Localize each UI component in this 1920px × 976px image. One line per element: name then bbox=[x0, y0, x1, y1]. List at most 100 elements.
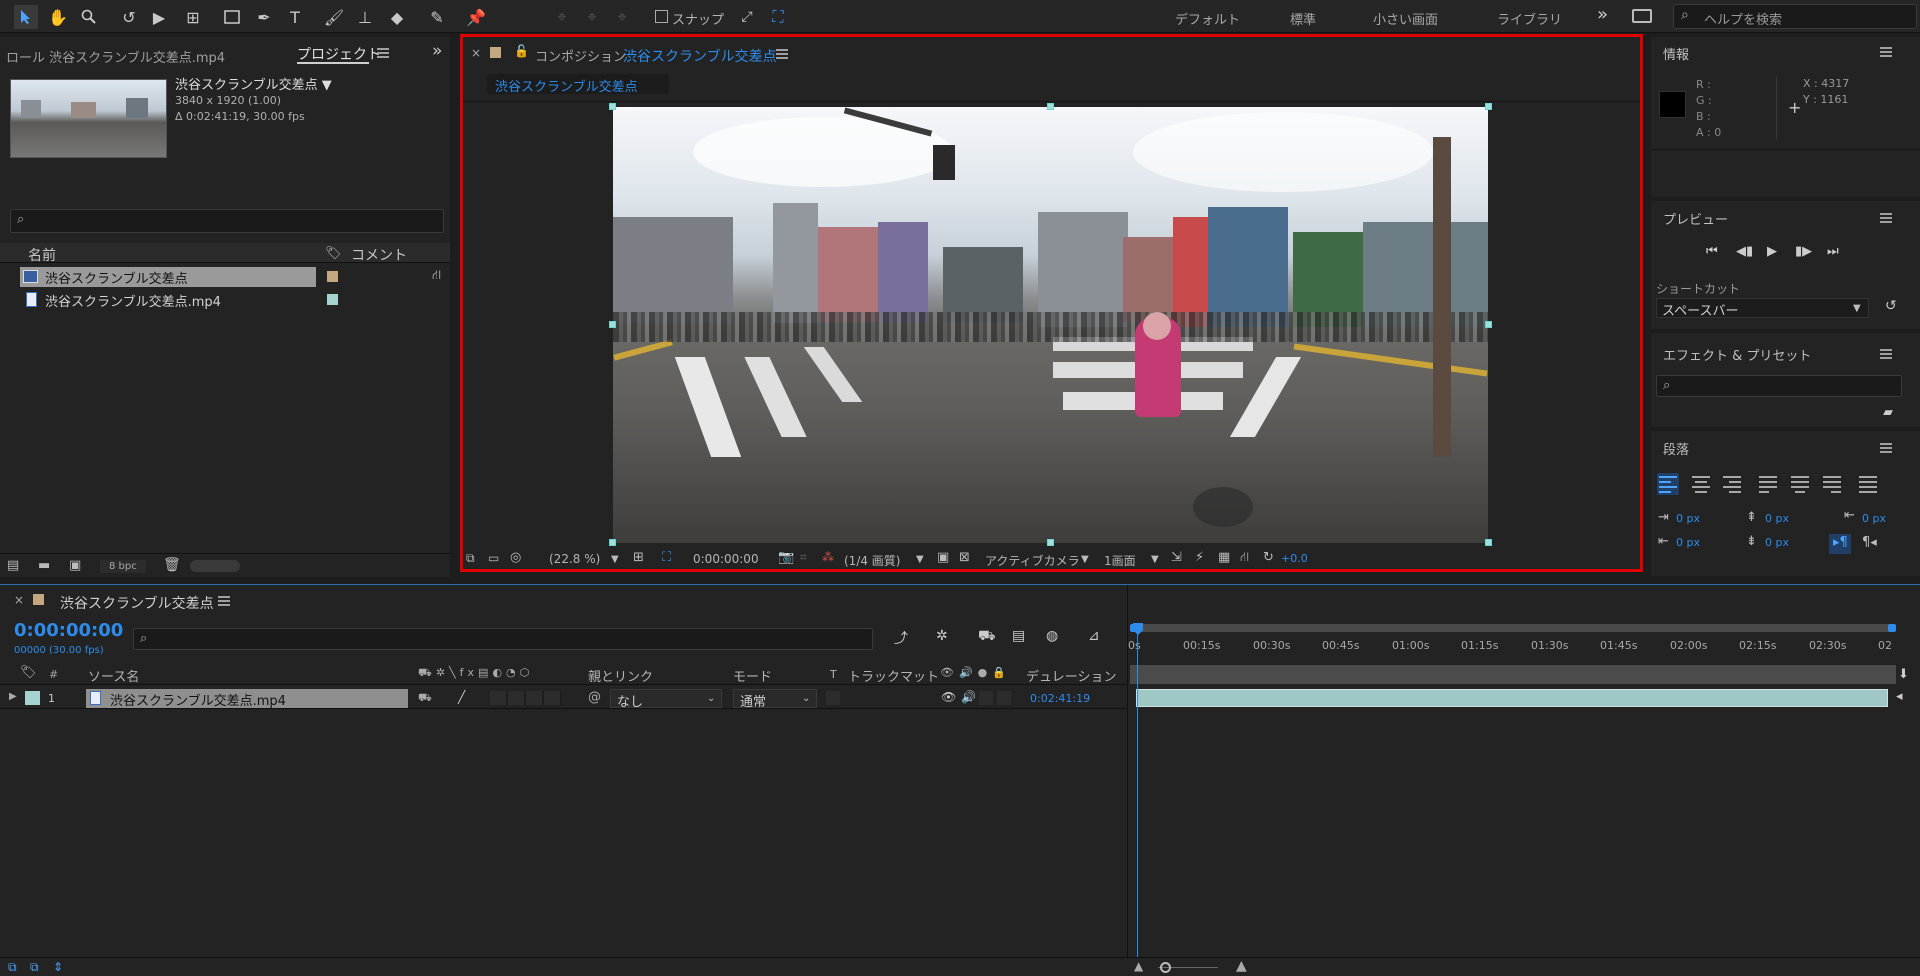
col-t[interactable]: T bbox=[830, 668, 837, 681]
flowchart-icon[interactable]: ⛙ bbox=[432, 268, 441, 285]
new-preset-icon[interactable]: ▰ bbox=[1883, 405, 1893, 420]
snap-checkbox[interactable] bbox=[655, 10, 668, 23]
space-after-value[interactable]: 0 px bbox=[1765, 536, 1789, 549]
lock-icon[interactable]: 🔓 bbox=[514, 44, 529, 58]
fast-previews-icon[interactable]: ▣ bbox=[937, 550, 949, 565]
comp-tab-prefix[interactable]: コンポジション bbox=[535, 46, 626, 65]
expand-triangle-icon[interactable]: ▶ bbox=[9, 691, 17, 702]
camera-dropdown[interactable]: アクティブカメラ bbox=[985, 552, 1080, 569]
view-layout-dropdown[interactable]: 1画面 bbox=[1104, 552, 1136, 569]
local-axis-icon[interactable]: ⌖ bbox=[550, 5, 574, 29]
workspace-small-screen[interactable]: 小さい画面 bbox=[1373, 9, 1438, 28]
space-before-value[interactable]: 0 px bbox=[1765, 512, 1789, 525]
comp-marker-bin-icon[interactable]: ⬇ bbox=[1898, 667, 1909, 682]
playhead-handle[interactable] bbox=[1133, 623, 1143, 635]
project-search-input[interactable]: ⌕ bbox=[10, 209, 444, 233]
col-name-header[interactable]: 名前 bbox=[28, 245, 56, 265]
first-line-indent-value[interactable]: 0 px bbox=[1862, 512, 1886, 525]
item-title[interactable]: 渋谷スクランブル交差点 ▼ bbox=[175, 74, 332, 93]
pick-whip-icon[interactable]: @ bbox=[588, 690, 601, 705]
camera-tool-icon[interactable]: ▶ bbox=[147, 5, 171, 29]
col-parent[interactable]: 親とリンク bbox=[588, 666, 653, 685]
list-item[interactable]: 渋谷スクランブル交差点.mp4 bbox=[20, 290, 450, 310]
rotate-tool-icon[interactable]: ↺ bbox=[117, 5, 141, 29]
bpc-button[interactable]: 8 bpc bbox=[100, 560, 146, 573]
footage-tab[interactable]: ロール 渋谷スクランブル交差点.mp4 bbox=[6, 47, 225, 66]
layer-handle[interactable] bbox=[609, 321, 616, 328]
transparency-grid-icon[interactable]: ⊠ bbox=[959, 550, 970, 565]
new-folder-icon[interactable]: ▬ bbox=[38, 558, 50, 573]
fast-draft-icon[interactable]: ⚡ bbox=[1195, 550, 1204, 565]
layer-handle[interactable] bbox=[609, 103, 616, 110]
title-action-safe-icon[interactable]: ⊞ bbox=[633, 550, 644, 565]
panel-menu-icon[interactable] bbox=[776, 49, 788, 59]
comp-tab-name[interactable]: 渋谷スクランブル交差点 bbox=[623, 46, 777, 66]
timeline-current-time[interactable]: 0:00:00:00 bbox=[14, 620, 123, 641]
chevron-down-icon[interactable]: ▼ bbox=[1081, 554, 1089, 565]
viewer-timecode[interactable]: 0:00:00:00 bbox=[693, 552, 759, 566]
breadcrumb[interactable]: 渋谷スクランブル交差点 bbox=[487, 74, 669, 95]
col-number[interactable]: # bbox=[49, 668, 58, 681]
rectangle-tool-icon[interactable] bbox=[220, 5, 244, 29]
help-search-input[interactable]: ⌕ ヘルプを検索 bbox=[1673, 4, 1917, 29]
pen-tool-icon[interactable]: ✒ bbox=[252, 5, 276, 29]
zoom-tool-icon[interactable] bbox=[77, 5, 101, 29]
effects-search-input[interactable]: ⌕ bbox=[1656, 375, 1902, 397]
preserve-transparency-checkbox[interactable] bbox=[826, 691, 840, 705]
transfer-controls-toggle-icon[interactable]: ⧉ bbox=[30, 960, 39, 975]
next-frame-icon[interactable]: ▮▶ bbox=[1795, 244, 1812, 259]
resolution-dropdown[interactable]: (1/4 画質) bbox=[844, 552, 901, 569]
align-center-button[interactable] bbox=[1690, 473, 1712, 495]
sync-settings-icon[interactable] bbox=[1632, 9, 1652, 23]
layer-handle[interactable] bbox=[609, 539, 616, 546]
chevron-down-icon[interactable]: ▼ bbox=[916, 554, 924, 565]
motion-blur-icon[interactable]: ◍ bbox=[1046, 628, 1058, 644]
col-duration[interactable]: デュレーション bbox=[1026, 666, 1116, 685]
expand-panel-icon[interactable]: » bbox=[432, 41, 442, 61]
scroll-handle[interactable] bbox=[190, 560, 240, 572]
hand-tool-icon[interactable]: ✋ bbox=[46, 5, 70, 29]
roto-brush-tool-icon[interactable]: ✎ bbox=[425, 5, 449, 29]
draft-3d-icon[interactable]: ✲ bbox=[936, 628, 948, 644]
mode-dropdown[interactable]: 通常 ⌄ bbox=[733, 689, 817, 710]
clone-stamp-tool-icon[interactable]: ⊥ bbox=[353, 5, 377, 29]
snapshot-camera-icon[interactable]: 📷 bbox=[778, 550, 794, 565]
panel-menu-icon[interactable] bbox=[218, 596, 230, 606]
justify-last-left-button[interactable] bbox=[1757, 473, 1779, 495]
layer-switches-toggle-icon[interactable]: ⧉ bbox=[8, 960, 17, 975]
layer-duration[interactable]: 0:02:41:19 bbox=[1030, 692, 1090, 705]
col-trackmatte[interactable]: トラックマット bbox=[848, 666, 939, 685]
right-to-left-button[interactable]: ¶◂ bbox=[1862, 535, 1877, 550]
first-frame-icon[interactable]: ⏮ bbox=[1706, 244, 1718, 259]
panel-menu-icon[interactable] bbox=[1880, 47, 1892, 57]
chevron-down-icon[interactable]: ▼ bbox=[611, 554, 619, 565]
info-title[interactable]: 情報 bbox=[1663, 44, 1689, 63]
layer-marker-icon[interactable]: ◂ bbox=[1896, 689, 1903, 704]
zoom-out-icon[interactable]: ▲ bbox=[1134, 959, 1143, 973]
show-snapshot-icon[interactable]: ⌗ bbox=[800, 550, 807, 565]
layer-handle[interactable] bbox=[1485, 103, 1492, 110]
panel-menu-icon[interactable] bbox=[1880, 213, 1892, 223]
selection-tool-icon[interactable] bbox=[14, 5, 38, 29]
zoom-slider-thumb[interactable] bbox=[1160, 962, 1171, 973]
label-color-swatch[interactable] bbox=[327, 294, 338, 305]
brush-tool-icon[interactable]: 🖌 bbox=[322, 5, 346, 29]
snap-feature-icon[interactable]: ⛶ bbox=[766, 5, 790, 29]
left-to-right-button[interactable]: ▸¶ bbox=[1829, 534, 1851, 554]
label-color-swatch[interactable] bbox=[327, 271, 338, 282]
timeline-search-input[interactable]: ⌕ bbox=[133, 628, 873, 650]
in-out-toggle-icon[interactable]: ⇕ bbox=[53, 960, 63, 974]
effects-title[interactable]: エフェクト & プリセット bbox=[1663, 345, 1811, 364]
last-frame-icon[interactable]: ⏭ bbox=[1827, 244, 1839, 259]
switches-cells[interactable] bbox=[490, 691, 562, 705]
vr-display-icon[interactable]: ▭ bbox=[488, 551, 499, 565]
shortcut-dropdown[interactable]: スペースバー ▼ bbox=[1656, 298, 1869, 319]
comp-time-navigator[interactable] bbox=[1130, 665, 1896, 684]
chevron-down-icon[interactable]: ▼ bbox=[1151, 554, 1159, 565]
layer-handle[interactable] bbox=[1485, 539, 1492, 546]
puppet-pin-tool-icon[interactable]: 📌 bbox=[464, 5, 488, 29]
close-tab-icon[interactable]: × bbox=[471, 46, 481, 60]
always-preview-icon[interactable]: ⧉ bbox=[466, 551, 475, 566]
justify-all-button[interactable] bbox=[1857, 473, 1879, 495]
layer-handle[interactable] bbox=[1047, 539, 1054, 546]
